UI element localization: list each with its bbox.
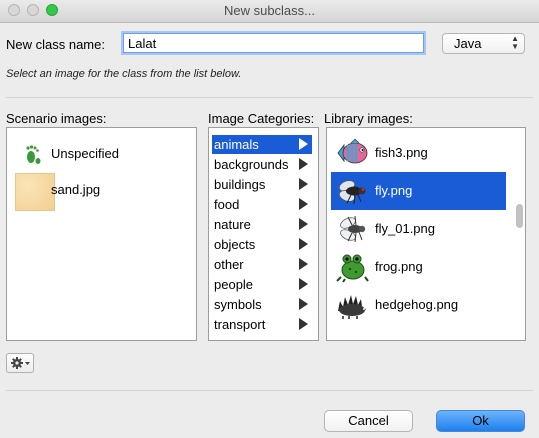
library-item-label: hedgehog.png — [375, 297, 459, 312]
scenario-item-label: sand.jpg — [51, 182, 101, 197]
chevron-right-icon — [299, 138, 308, 150]
category-label: objects — [214, 237, 256, 252]
ok-button[interactable]: Ok — [436, 410, 525, 432]
chevron-right-icon — [299, 218, 308, 230]
divider — [6, 97, 533, 98]
category-animals[interactable]: animals — [212, 135, 312, 154]
chevron-right-icon — [299, 178, 308, 190]
category-buildings[interactable]: buildings — [212, 175, 312, 194]
divider — [6, 390, 533, 391]
library-item-fly-01[interactable]: fly_01.png — [331, 210, 506, 248]
scenario-item-unspecified[interactable]: Unspecified — [9, 137, 196, 171]
image-categories-list[interactable]: animals backgrounds buildings food natur… — [208, 127, 319, 341]
gear-menu-button[interactable] — [6, 353, 34, 373]
chevron-right-icon — [299, 258, 308, 270]
fly-icon — [335, 213, 369, 245]
scenario-item-label: Unspecified — [51, 146, 119, 161]
category-label: people — [214, 277, 254, 292]
category-transport[interactable]: transport — [212, 315, 312, 334]
scenario-images-list[interactable]: Unspecified sand.jpg — [6, 127, 197, 341]
library-item-frog[interactable]: frog.png — [331, 248, 506, 286]
library-images-list[interactable]: fish3.png fly.png fly_01.png frog.png he… — [326, 127, 526, 341]
library-item-label: fly_01.png — [375, 221, 435, 236]
library-item-hedgehog[interactable]: hedgehog.png — [331, 286, 506, 324]
category-food[interactable]: food — [212, 195, 312, 214]
chevron-right-icon — [299, 238, 308, 250]
chevron-right-icon — [299, 298, 308, 310]
window-title: New subclass... — [223, 3, 316, 18]
library-scrollbar[interactable] — [516, 204, 523, 228]
scenario-item-sand[interactable]: sand.jpg — [9, 173, 196, 211]
chevron-right-icon — [299, 198, 308, 210]
category-label: animals — [214, 137, 259, 152]
category-objects[interactable]: objects — [212, 235, 312, 254]
class-name-label: New class name: — [6, 37, 105, 52]
category-label: food — [214, 197, 240, 212]
image-categories-label: Image Categories: — [208, 111, 315, 126]
category-symbols[interactable]: symbols — [212, 295, 312, 314]
category-label: other — [214, 257, 244, 272]
library-item-label: fly.png — [375, 183, 413, 198]
library-item-label: frog.png — [375, 259, 423, 274]
gear-icon — [10, 356, 32, 373]
sand-thumbnail — [15, 173, 55, 211]
library-item-fish3[interactable]: fish3.png — [331, 134, 506, 172]
category-other[interactable]: other — [212, 255, 312, 274]
footprint-icon — [23, 144, 45, 169]
fish-icon — [335, 137, 369, 169]
category-label: backgrounds — [214, 157, 289, 172]
category-label: transport — [214, 317, 266, 332]
category-backgrounds[interactable]: backgrounds — [212, 155, 312, 174]
hedgehog-icon — [335, 289, 369, 321]
chevron-right-icon — [299, 318, 308, 330]
library-item-fly[interactable]: fly.png — [331, 172, 506, 210]
category-label: symbols — [214, 297, 262, 312]
library-item-label: fish3.png — [375, 145, 428, 160]
scenario-images-label: Scenario images: — [6, 111, 107, 126]
library-images-label: Library images: — [324, 111, 413, 126]
category-people[interactable]: people — [212, 275, 312, 294]
class-name-input[interactable] — [123, 33, 424, 53]
select-arrows-icon: ▲ ▼ — [511, 34, 519, 51]
language-value: Java — [454, 36, 482, 51]
chevron-right-icon — [299, 158, 308, 170]
category-label: buildings — [214, 177, 266, 192]
fly-icon — [335, 175, 369, 207]
language-select[interactable]: Java ▲ ▼ — [442, 33, 525, 54]
title-bar: New subclass... — [0, 0, 539, 23]
category-nature[interactable]: nature — [212, 215, 312, 234]
hint-text: Select an image for the class from the l… — [6, 68, 242, 80]
chevron-right-icon — [299, 278, 308, 290]
frog-icon — [335, 251, 369, 283]
category-label: nature — [214, 217, 251, 232]
cancel-button[interactable]: Cancel — [324, 410, 413, 432]
